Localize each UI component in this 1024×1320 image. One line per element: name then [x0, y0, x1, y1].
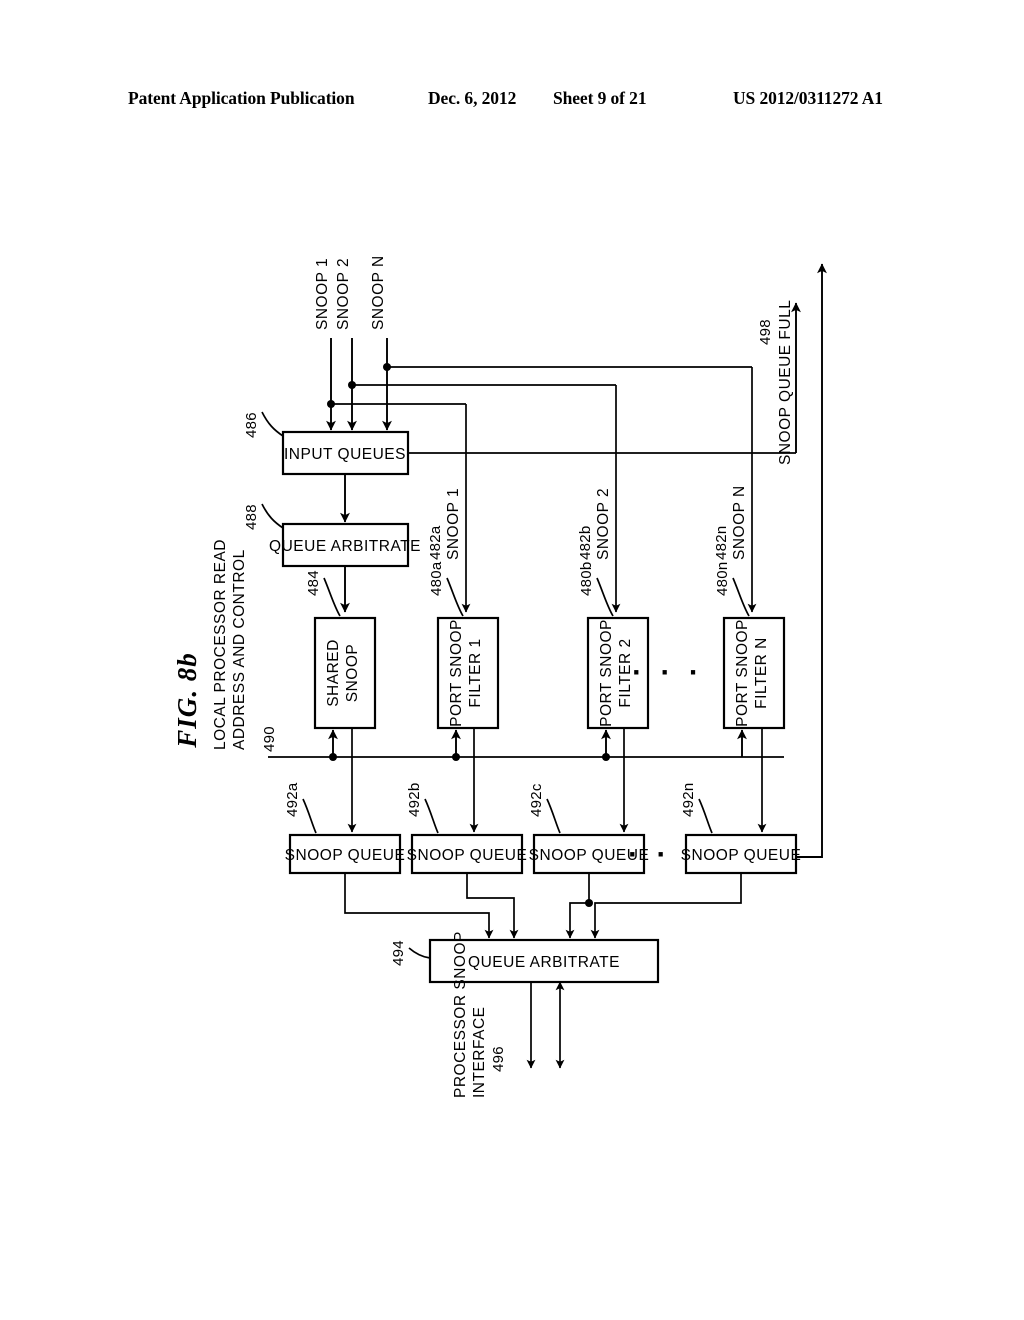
shared-snoop-label-line2: SNOOP — [344, 644, 361, 702]
queue-n-to-arbitrate — [590, 873, 742, 939]
ref-484: 484 — [305, 570, 322, 596]
ref-480b-leader — [596, 577, 614, 617]
port-snoop-filter-1-label-line1: PORT SNOOP — [448, 619, 465, 727]
ref-492c-leader — [546, 798, 561, 834]
ref-498: 498 — [757, 319, 774, 345]
bus-junction-filter-1 — [452, 753, 460, 761]
ref-492b-leader — [424, 798, 439, 834]
shared-snoop-label-line1: SHARED — [325, 639, 342, 707]
filters-ellipsis: · · · — [632, 656, 704, 689]
snoop-queue-full-label: SNOOP QUEUE FULL — [777, 300, 794, 465]
ref-480a: 480a — [428, 561, 445, 596]
queue-arbitrate-top-label: QUEUE ARBITRATE — [269, 538, 421, 555]
snoop-queue-b-label: SNOOP QUEUE — [407, 847, 528, 864]
ref-486-leader — [261, 411, 284, 437]
ref-482n: 482n — [713, 525, 730, 560]
ref-480n-leader — [732, 577, 750, 617]
input-queues-label: INPUT QUEUES — [284, 446, 406, 463]
snoop-queue-n-return-line — [796, 263, 827, 858]
ref-488: 488 — [243, 504, 260, 530]
port-snoop-filter-2-label-line1: PORT SNOOP — [598, 619, 615, 727]
ref-496: 496 — [490, 1046, 507, 1072]
bus-junction-shared-snoop — [329, 753, 337, 761]
snoop-n-input-label: SNOOP N — [370, 255, 387, 330]
ref-486: 486 — [243, 412, 260, 438]
ref-492b: 492b — [406, 782, 423, 817]
figure-8b-diagram: FIG. 8b SNOOP 1 SNOOP 2 SNOOP N 482a SNO… — [172, 255, 827, 1098]
ref-488-leader — [261, 503, 284, 529]
ref-482b: 482b — [577, 525, 594, 560]
port-snoop-filter-1-label-line2: FILTER 1 — [467, 638, 484, 707]
processor-snoop-interface-label-line2: INTERFACE — [471, 1007, 488, 1098]
bus-junction-filter-2 — [602, 753, 610, 761]
local-bus-label-line1: LOCAL PROCESSOR READ — [212, 539, 229, 750]
ref-480b: 480b — [578, 561, 595, 596]
ref-480a-leader — [446, 577, 464, 617]
figure-label: FIG. 8b — [172, 652, 202, 749]
ref-492n: 492n — [680, 782, 697, 817]
snoop-2-tap-label: SNOOP 2 — [595, 488, 612, 560]
ref-490: 490 — [261, 726, 278, 752]
queue-arbitrate-bottom-label: QUEUE ARBITRATE — [468, 954, 620, 971]
port-snoop-filter-n-label-line2: FILTER N — [753, 637, 770, 709]
ref-494-leader — [408, 947, 431, 959]
snoop-n-junction-dot — [383, 363, 391, 371]
ref-492n-leader — [698, 798, 713, 834]
ref-492a-leader — [302, 798, 317, 834]
local-bus-label-line2: ADDRESS AND CONTROL — [231, 549, 248, 750]
ref-484-leader — [323, 577, 341, 617]
ref-482a: 482a — [427, 525, 444, 560]
ref-480n: 480n — [714, 561, 731, 596]
snoop-queue-a-label: SNOOP QUEUE — [285, 847, 406, 864]
snoop-n-tap-label: SNOOP N — [731, 485, 748, 560]
snoop-1-input-label: SNOOP 1 — [314, 258, 331, 330]
ref-492c: 492c — [528, 783, 545, 817]
queue-b-to-arbitrate — [466, 873, 519, 939]
port-snoop-filter-n-label-line1: PORT SNOOP — [734, 619, 751, 727]
snoop-queue-n-label: SNOOP QUEUE — [681, 847, 802, 864]
snoop-1-tap-label: SNOOP 1 — [445, 488, 462, 560]
snoop-2-junction-dot — [348, 381, 356, 389]
snoop-2-input-label: SNOOP 2 — [335, 258, 352, 330]
arbitrate-input-junction-dot — [585, 899, 593, 907]
processor-snoop-interface-label-line1: PROCESSOR SNOOP — [452, 931, 469, 1098]
patent-figure-page: Patent Application Publication Dec. 6, 2… — [0, 0, 1024, 1320]
ref-492a: 492a — [284, 782, 301, 817]
ref-494: 494 — [390, 940, 407, 966]
snoop-1-junction-dot — [327, 400, 335, 408]
